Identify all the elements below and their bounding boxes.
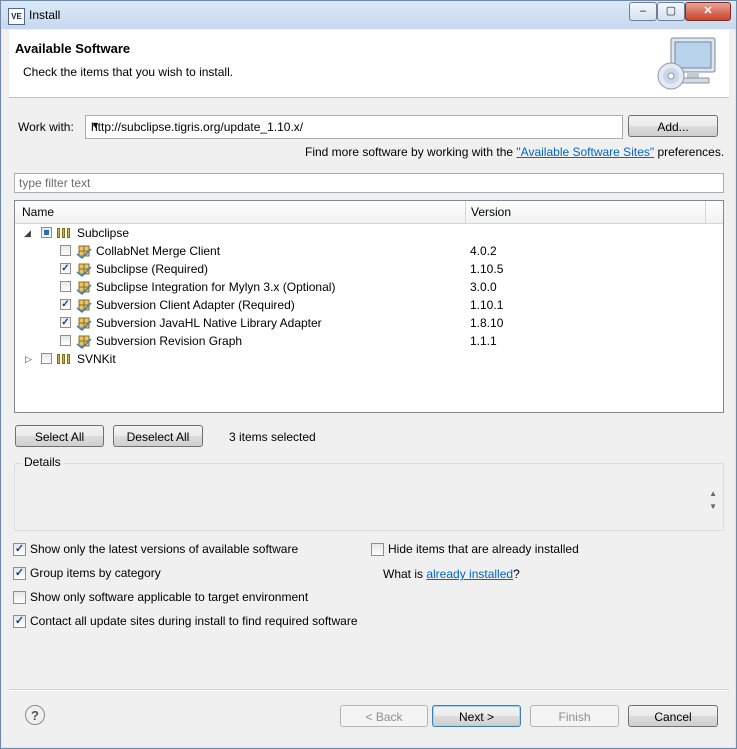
group-by-category-label[interactable]: Group items by category [30,566,161,580]
column-header-version[interactable]: Version [471,205,511,219]
next-button[interactable]: Next > [432,705,521,727]
item-name: CollabNet Merge Client [96,244,221,258]
contact-all-sites-checkbox[interactable]: ✓ [13,615,26,628]
tree-header: Name Version [15,201,723,224]
close-button[interactable]: ✕ [685,2,731,21]
what-is-prefix: What is [383,567,427,581]
category-checkbox[interactable] [41,353,52,364]
latest-versions-checkbox[interactable]: ✓ [13,543,26,556]
tree-row-item[interactable]: Subversion Revision Graph 1.1.1 [15,332,723,350]
item-version: 1.10.1 [470,298,504,312]
minimize-button[interactable]: ‒ [629,2,657,21]
tree-row-item[interactable]: Subclipse Integration for Mylyn 3.x (Opt… [15,278,723,296]
category-name: SVNKit [77,352,116,366]
item-name: Subversion JavaHL Native Library Adapter [96,316,322,330]
item-version: 1.10.5 [470,262,504,276]
finish-button[interactable]: Finish [530,705,619,727]
more-software-suffix: preferences. [654,145,725,159]
more-software-text: Find more software by working with the "… [305,145,724,159]
item-name: Subclipse (Required) [96,262,209,276]
chevron-down-icon[interactable]: ▼ [91,120,618,130]
group-by-category-checkbox[interactable]: ✓ [13,567,26,580]
maximize-button[interactable]: ▢ [657,2,685,21]
item-checkbox[interactable]: ✓ [60,299,71,310]
work-with-label: Work with: [18,120,74,134]
software-tree[interactable]: Name Version ◢ Subclipse CollabNet Merge… [14,200,724,413]
applicable-only-checkbox[interactable] [13,591,26,604]
filter-field[interactable] [14,173,724,193]
item-name: Subversion Client Adapter (Required) [96,298,295,312]
select-all-button[interactable]: Select All [15,425,104,447]
selection-count: 3 items selected [229,430,316,444]
item-checkbox[interactable] [60,281,71,292]
item-checkbox[interactable] [60,335,71,346]
feature-icon [76,335,92,349]
item-version: 4.0.2 [470,244,497,258]
item-version: 1.8.10 [470,316,504,330]
details-group: Details ▲ ▼ [14,455,724,531]
wizard-header: Available Software Check the items that … [9,30,729,98]
item-checkbox[interactable] [60,245,71,256]
footer-separator [9,689,729,691]
install-dialog: VE Install ‒ ▢ ✕ Available Software Chec… [0,0,737,749]
tree-row-item[interactable]: ✓ Subversion JavaHL Native Library Adapt… [15,314,723,332]
contact-all-sites-label[interactable]: Contact all update sites during install … [30,614,358,628]
hide-installed-label[interactable]: Hide items that are already installed [388,542,579,556]
already-installed-link[interactable]: already installed [426,567,513,581]
item-name: Subclipse Integration for Mylyn 3.x (Opt… [96,280,336,294]
feature-icon [76,245,92,259]
scroll-up-icon[interactable]: ▲ [709,489,717,498]
cancel-button[interactable]: Cancel [628,705,718,727]
item-version: 1.1.1 [470,334,497,348]
details-label: Details [21,455,64,469]
page-title: Available Software [15,41,131,56]
column-header-name[interactable]: Name [22,205,54,219]
tree-row-item[interactable]: CollabNet Merge Client 4.0.2 [15,242,723,260]
collapsed-triangle-icon[interactable]: ▷ [25,354,32,365]
latest-versions-label[interactable]: Show only the latest versions of availab… [30,542,298,556]
feature-icon [76,263,92,277]
page-subtitle: Check the items that you wish to install… [23,65,234,79]
category-checkbox[interactable] [41,227,52,238]
category-icon [57,354,72,364]
more-software-prefix: Find more software by working with the [305,145,517,159]
applicable-only-label[interactable]: Show only software applicable to target … [30,590,308,604]
available-software-sites-link[interactable]: "Available Software Sites" [516,145,654,159]
work-with-combo[interactable]: http://subclipse.tigris.org/update_1.10.… [85,115,623,139]
column-divider[interactable] [465,201,466,223]
window-title: Install [29,8,61,22]
item-name: Subversion Revision Graph [96,334,243,348]
tree-row-item[interactable]: ✓ Subversion Client Adapter (Required) 1… [15,296,723,314]
filter-input[interactable] [15,174,723,192]
tree-row-category[interactable]: ▷ SVNKit [15,350,723,368]
feature-icon [76,317,92,331]
item-version: 3.0.0 [470,280,497,294]
monitor-cd-icon [657,37,716,90]
tree-row-category[interactable]: ◢ Subclipse [15,224,723,242]
hide-installed-checkbox[interactable] [371,543,384,556]
add-site-button[interactable]: Add... [628,115,718,137]
back-button[interactable]: < Back [340,705,428,727]
title-bar: VE Install ‒ ▢ ✕ [1,1,736,29]
app-icon: VE [8,8,25,25]
item-checkbox[interactable]: ✓ [60,263,71,274]
category-icon [57,228,72,238]
category-name: Subclipse [77,226,130,240]
deselect-all-button[interactable]: Deselect All [113,425,203,447]
help-icon[interactable]: ? [25,705,45,725]
expanded-triangle-icon[interactable]: ◢ [24,228,31,239]
column-divider[interactable] [705,201,706,223]
what-is-installed-text: What is already installed? [383,567,520,581]
feature-icon [76,281,92,295]
tree-row-item[interactable]: ✓ Subclipse (Required) 1.10.5 [15,260,723,278]
feature-icon [76,299,92,313]
item-checkbox[interactable]: ✓ [60,317,71,328]
scroll-down-icon[interactable]: ▼ [709,502,717,511]
what-is-suffix: ? [513,567,520,581]
